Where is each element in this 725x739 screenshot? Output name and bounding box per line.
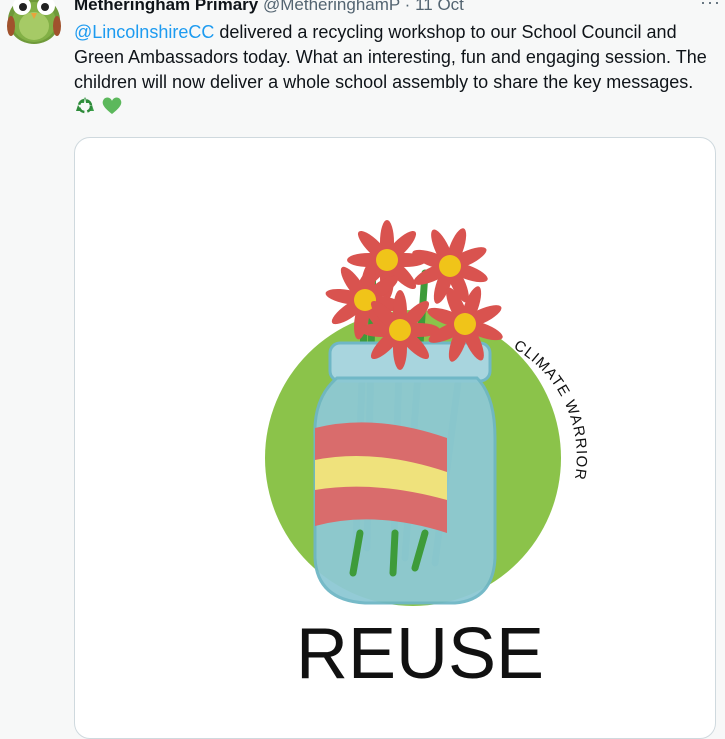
tweet-text: @LincolnshireCC delivered a recycling wo… [74, 20, 719, 122]
glass-jar [313, 341, 497, 605]
author-handle[interactable]: @MetheringhamP [263, 0, 400, 14]
recycle-icon [74, 95, 96, 122]
owl-avatar-icon [7, 0, 61, 44]
mention-link[interactable]: @LincolnshireCC [74, 22, 214, 42]
media-image[interactable]: CLIMATE WARRIOR REUSE [74, 137, 716, 739]
reuse-caption: REUSE [296, 614, 544, 694]
author-name[interactable]: Metheringham Primary [74, 0, 258, 14]
more-options-button[interactable]: ··· [700, 0, 721, 13]
tweet-header: Metheringham Primary @MetheringhamP · 11… [74, 0, 711, 16]
green-heart-icon [101, 95, 123, 122]
avatar[interactable] [6, 0, 62, 44]
reuse-illustration: CLIMATE WARRIOR REUSE [265, 220, 589, 694]
separator-dot: · [404, 0, 411, 14]
timestamp[interactable]: 11 Oct [415, 0, 464, 14]
